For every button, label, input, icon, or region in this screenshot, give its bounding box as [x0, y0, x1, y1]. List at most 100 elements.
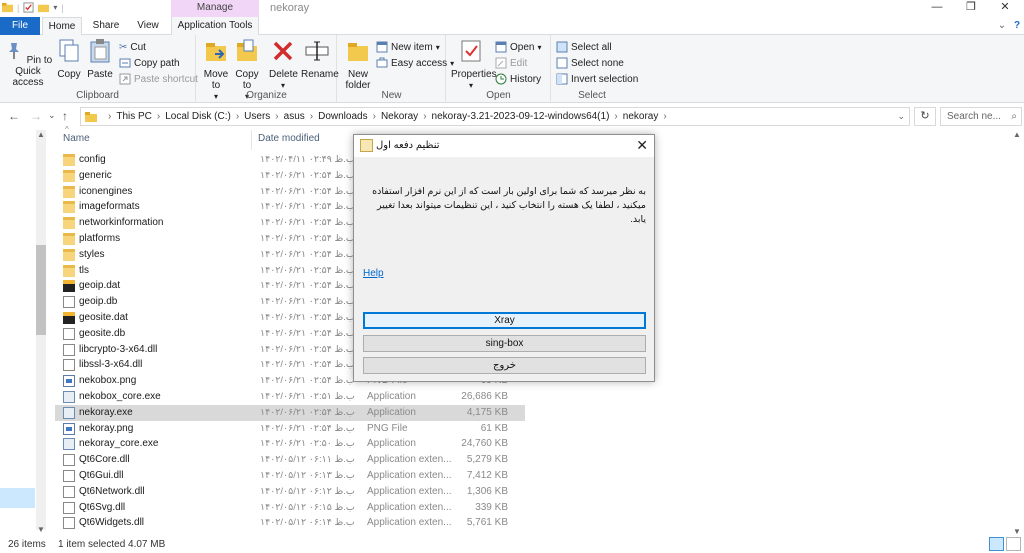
collapse-ribbon-icon[interactable]: ⌄	[995, 17, 1009, 35]
help-link[interactable]: Help	[363, 268, 384, 279]
new-folder-button[interactable]: New folder	[344, 38, 372, 91]
file-type: Application exten...	[367, 454, 452, 466]
pin-quick-access-button[interactable]: Pin to Quick access	[3, 41, 53, 88]
address-dropdown-icon[interactable]: ⌄	[897, 111, 905, 122]
scroll-down-icon[interactable]: ▼	[1013, 527, 1021, 536]
select-all-button[interactable]: Select all	[556, 40, 612, 54]
search-input[interactable]: Search ne... ⌕	[940, 107, 1022, 126]
table-row[interactable]: Qt6Network.dll ۱۴۰۲/۰۵/۱۲ ب.ظ ۰۶:۱۲ Applic…	[55, 484, 525, 500]
tab-share[interactable]: Share	[86, 17, 126, 35]
breadcrumb-asus[interactable]: asus	[284, 111, 305, 122]
application-icon	[63, 438, 75, 451]
dialog-message: به نظر میرسد که شما برای اولین بار است ک…	[372, 186, 646, 225]
refresh-button[interactable]: ↻	[914, 107, 936, 126]
large-icons-view-button[interactable]	[1006, 537, 1021, 551]
maximize-button[interactable]: ❐	[954, 0, 988, 17]
help-icon[interactable]: ?	[1010, 17, 1024, 35]
forward-arrow-icon[interactable]: →	[30, 109, 42, 123]
select-all-icon	[556, 41, 568, 53]
breadcrumb-downloads[interactable]: Downloads	[318, 111, 367, 122]
scroll-up-icon[interactable]: ▲	[37, 130, 45, 139]
table-row[interactable]: Qt6Svg.dll ۱۴۰۲/۰۵/۱۲ ب.ظ ۰۶:۱۵ Applicatio…	[55, 500, 525, 516]
file-size: 24,760 KB	[461, 438, 508, 450]
paste-button[interactable]: Paste	[86, 38, 114, 80]
file-size: 1,306 KB	[466, 485, 508, 497]
recent-locations-icon[interactable]: ⌄	[48, 110, 56, 121]
properties-button[interactable]: Properties ▾	[451, 38, 497, 91]
column-date-modified[interactable]: Date modified	[258, 133, 320, 144]
sing-box-button[interactable]: sing-box	[363, 335, 646, 352]
dialog-close-icon[interactable]: ✕	[636, 137, 648, 154]
scroll-down-icon[interactable]: ▼	[37, 525, 45, 534]
rename-button[interactable]: Rename	[301, 38, 339, 80]
edit-button[interactable]: Edit	[495, 56, 527, 70]
navigation-pane-selected-item[interactable]	[0, 488, 35, 508]
history-button[interactable]: History	[495, 72, 541, 86]
file-type: Application	[367, 406, 416, 418]
xray-button[interactable]: Xray	[363, 312, 646, 329]
tab-file[interactable]: File	[0, 17, 40, 35]
file-date: ۱۴۰۲/۰۶/۲۱ ب.ظ ۰۲:۵۴	[260, 248, 355, 260]
table-row[interactable]: Qt6Widgets.dll ۱۴۰۲/۰۵/۱۲ ب.ظ ۰۶:۱۴ Applic…	[55, 515, 525, 531]
copy-path-button[interactable]: Copy path	[119, 56, 180, 70]
folder-icon	[63, 169, 75, 182]
file-date: ۱۴۰۲/۰۵/۱۲ ب.ظ ۰۶:۱۲	[260, 485, 355, 497]
tab-home[interactable]: Home	[42, 17, 82, 36]
up-arrow-icon[interactable]: ↑	[62, 109, 68, 123]
file-name: geosite.dat	[79, 311, 128, 323]
back-arrow-icon[interactable]: ←	[8, 109, 20, 123]
organize-group: Move to ▾ Copy to ▾ Delete ▾ Rename Organiz…	[197, 35, 339, 103]
breadcrumb-nekoray-version[interactable]: nekoray-3.21-2023-09-12-windows64(1)	[432, 111, 610, 122]
file-date: ۱۴۰۲/۰۵/۱۲ ب.ظ ۰۶:۱۵	[260, 501, 355, 513]
delete-button[interactable]: Delete ▾	[269, 38, 298, 91]
manage-contextual-tab[interactable]: Manage	[171, 0, 259, 17]
details-view-button[interactable]	[989, 537, 1004, 551]
open-button[interactable]: Open ▾	[495, 40, 541, 54]
column-name[interactable]: Name	[63, 133, 90, 144]
new-item-button[interactable]: New item ▾	[376, 40, 440, 54]
table-row[interactable]: nekoray.png ۱۴۰۲/۰۶/۲۱ ب.ظ ۰۲:۵۴ PNG File 6…	[55, 421, 525, 437]
minimize-button[interactable]: —	[920, 0, 954, 17]
properties-icon	[461, 40, 481, 62]
application-icon	[63, 390, 75, 403]
navigation-pane-scroll-thumb[interactable]	[36, 245, 46, 335]
exit-button[interactable]: خروج	[363, 357, 646, 374]
file-name: platforms	[79, 232, 121, 244]
file-date: ۱۴۰۲/۰۵/۱۲ ب.ظ ۰۶:۱۳	[260, 469, 355, 481]
file-name: Qt6Gui.dll	[79, 469, 124, 481]
file-name: generic	[79, 169, 112, 181]
select-group: Select all Select none Invert selection …	[552, 35, 638, 103]
file-list-scrollbar[interactable]: ▲ ▼	[1012, 130, 1022, 536]
paste-shortcut-button[interactable]: Paste shortcut	[119, 72, 198, 86]
table-row[interactable]: Qt6Core.dll ۱۴۰۲/۰۵/۱۲ ب.ظ ۰۶:۱۱ Applicati…	[55, 452, 525, 468]
dialog-title: تنظیم دفعه اول	[376, 140, 440, 151]
scroll-up-icon[interactable]: ▲	[1013, 130, 1021, 139]
breadcrumb-local-disk[interactable]: Local Disk (C:)	[165, 111, 231, 122]
address-bar[interactable]: › This PC › Local Disk (C:) › Users › asus ›…	[80, 107, 910, 126]
select-none-button[interactable]: Select none	[556, 56, 624, 70]
breadcrumb-this-pc[interactable]: This PC	[116, 111, 152, 122]
breadcrumb-nekoray[interactable]: nekoray	[623, 111, 659, 122]
table-row[interactable]: nekobox_core.exe ۱۴۰۲/۰۶/۲۱ ب.ظ ۰۲:۵۱ Appl…	[55, 389, 525, 405]
table-row[interactable]: nekoray.exe ۱۴۰۲/۰۶/۲۱ ب.ظ ۰۲:۵۴ Applicati…	[55, 404, 525, 421]
breadcrumb-users[interactable]: Users	[244, 111, 270, 122]
cut-button[interactable]: ✂ Cut	[119, 40, 146, 54]
tab-application-tools[interactable]: Application Tools	[171, 17, 259, 35]
invert-selection-button[interactable]: Invert selection	[556, 72, 638, 86]
file-date: ۱۴۰۲/۰۴/۱۱ ب.ظ ۰۲:۴۹	[260, 154, 355, 165]
breadcrumb-nekoray-parent[interactable]: Nekoray	[381, 111, 418, 122]
table-row[interactable]: nekoray_core.exe ۱۴۰۲/۰۶/۲۱ ب.ظ ۰۲:۵۰ Appl…	[55, 436, 525, 452]
paste-icon	[90, 39, 110, 63]
file-icon	[63, 454, 75, 467]
qat-dropdown-icon[interactable]: ▾	[53, 3, 57, 12]
file-date: ۱۴۰۲/۰۵/۱۲ ب.ظ ۰۶:۱۱	[260, 454, 355, 466]
table-row[interactable]: Qt6Gui.dll ۱۴۰۲/۰۵/۱۲ ب.ظ ۰۶:۱۳ Applicatio…	[55, 468, 525, 484]
easy-access-button[interactable]: Easy access ▾	[376, 56, 454, 70]
folder-icon	[2, 2, 13, 13]
tab-view[interactable]: View	[128, 17, 168, 35]
new-folder-icon[interactable]	[38, 2, 50, 13]
close-button[interactable]: ✕	[988, 0, 1022, 17]
file-date: ۱۴۰۲/۰۶/۲۱ ب.ظ ۰۲:۵۴	[260, 217, 355, 229]
copy-button[interactable]: Copy	[56, 38, 82, 80]
properties-icon[interactable]	[23, 2, 34, 13]
